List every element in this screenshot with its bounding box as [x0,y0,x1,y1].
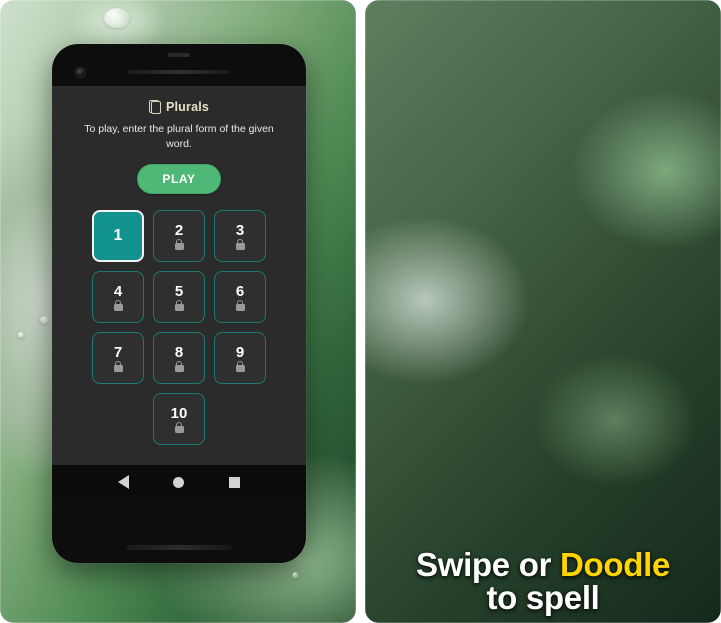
caption-text-highlight: Doodle [559,545,671,583]
lock-icon [235,238,245,250]
nav-home-icon[interactable] [173,476,185,488]
water-droplet [18,332,24,338]
level-tile-5[interactable]: 5 [153,271,205,324]
screenshot-pair: Plurals To play, enter the plural form o… [0,0,721,623]
level-tile-9[interactable]: 9 [214,332,266,385]
phone-device-left: Plurals To play, enter the plural form o… [52,44,306,563]
level-tile-10[interactable]: 10 [153,393,205,446]
level-number: 4 [113,282,123,300]
lock-icon [235,360,245,372]
phone-top-bezel [52,44,306,86]
phone-bottom-bezel [52,499,306,563]
water-droplet [104,8,130,28]
earpiece-grille-icon [128,70,230,74]
water-droplet [292,572,299,579]
phone-screen-left: Plurals To play, enter the plural form o… [52,86,306,499]
level-tile-3[interactable]: 3 [214,210,266,263]
caption-text-plain: Swipe or [415,545,560,583]
level-select-screen: Plurals To play, enter the plural form o… [52,86,306,446]
nav-back-icon[interactable] [118,475,130,489]
app-title: Plurals [165,100,210,114]
level-number: 9 [235,343,245,361]
lock-icon [235,299,245,311]
level-tile-8[interactable]: 8 [153,332,205,385]
app-title-row: Plurals [68,100,290,114]
level-tile-7[interactable]: 7 [92,332,144,385]
caption-line-2: to spell [486,579,600,617]
copy-cards-icon [148,100,161,114]
lock-icon [113,360,123,372]
level-tile-2[interactable]: 2 [153,210,205,263]
level-number: 8 [174,343,184,361]
level-number: 2 [174,221,184,239]
level-tile-6[interactable]: 6 [214,271,266,324]
promo-caption: Swipe or Doodle to spell [365,545,721,617]
level-number: 5 [174,282,184,300]
level-number: 6 [235,282,245,300]
bottom-speaker-slit-icon [126,545,232,550]
front-camera-icon [76,68,85,77]
level-number: 7 [113,343,123,361]
level-tile-4[interactable]: 4 [92,271,144,324]
right-screenshot-panel: Plurals 1/16 ☆ 70 Foot [365,0,721,623]
water-droplet [40,316,49,324]
level-number: 3 [235,221,245,239]
lock-icon [174,360,184,372]
lock-icon [174,421,184,433]
left-screenshot-panel: Plurals To play, enter the plural form o… [0,0,356,623]
level-number: 10 [170,404,188,422]
caption-line-1: Swipe or Doodle [365,545,721,583]
lock-icon [174,299,184,311]
instructions-text: To play, enter the plural form of the gi… [84,123,274,151]
lock-icon [113,299,123,311]
speaker-slit-icon [168,53,190,57]
level-grid-last-row: 10 [68,393,290,446]
level-grid: 1 2 3 4 5 6 7 8 9 [68,210,290,385]
right-background-photo [365,0,721,623]
lock-icon [174,238,184,250]
android-navigation-bar [52,465,306,499]
play-button[interactable]: PLAY [137,164,221,195]
nav-recents-icon[interactable] [228,476,240,488]
level-number: 1 [113,227,123,245]
level-tile-1[interactable]: 1 [92,210,144,263]
